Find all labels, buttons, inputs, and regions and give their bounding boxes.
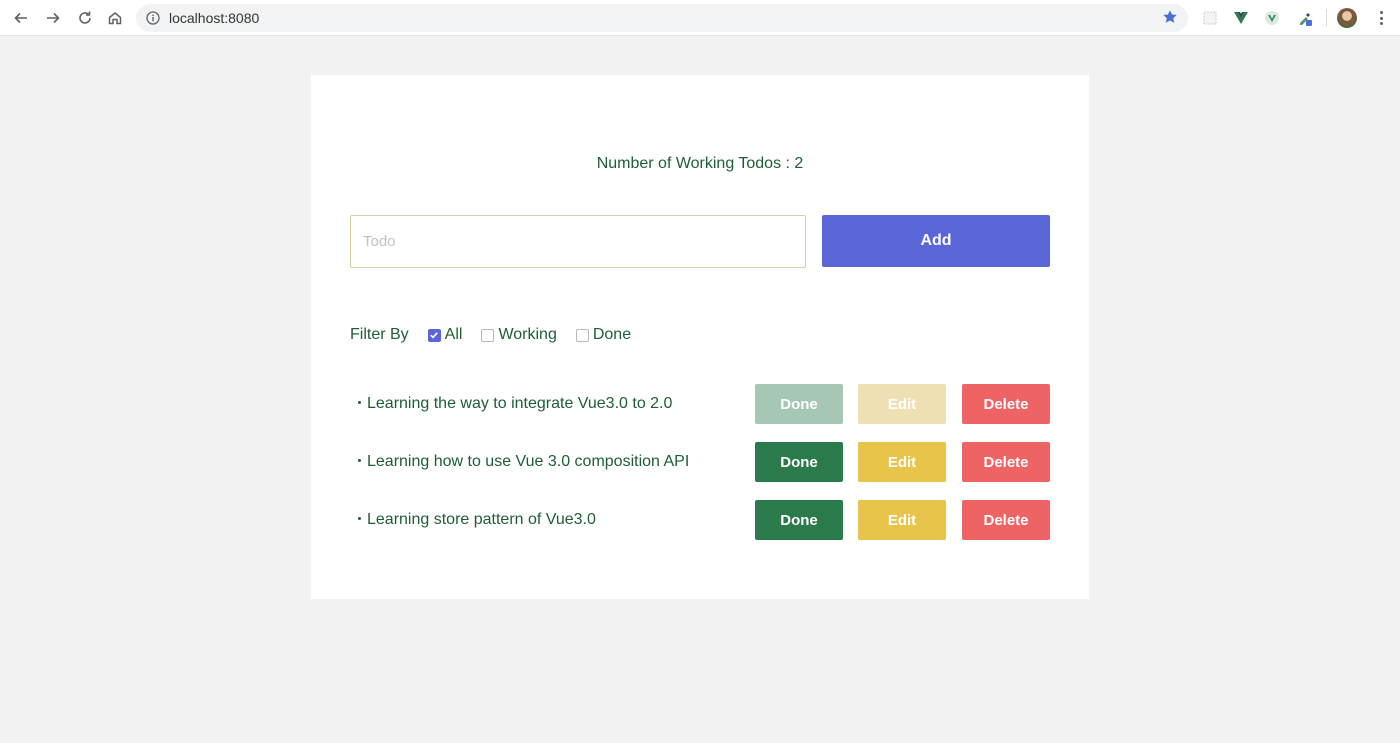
filter-option-all[interactable]: All xyxy=(427,326,463,344)
done-button[interactable]: Done xyxy=(755,500,843,540)
todo-row: Learning store pattern of Vue3.0 Done Ed… xyxy=(350,500,1050,540)
delete-button[interactable]: Delete xyxy=(962,500,1050,540)
vue-logo-icon xyxy=(1234,12,1248,24)
todo-text: Learning how to use Vue 3.0 composition … xyxy=(367,453,690,470)
todo-text: Learning store pattern of Vue3.0 xyxy=(367,511,596,528)
bullet-icon xyxy=(358,400,361,404)
todo-text-wrap: Learning store pattern of Vue3.0 xyxy=(358,511,596,529)
todo-text: Learning the way to integrate Vue3.0 to … xyxy=(367,395,673,412)
blank-page-icon xyxy=(1203,11,1217,25)
edit-button[interactable]: Edit xyxy=(858,442,946,482)
back-button[interactable] xyxy=(10,7,32,29)
delete-button[interactable]: Delete xyxy=(962,384,1050,424)
checkbox-checked-icon[interactable] xyxy=(427,328,441,342)
bullet-icon xyxy=(358,458,361,462)
todo-text-wrap: Learning how to use Vue 3.0 composition … xyxy=(358,453,689,471)
extension-vue-check-button[interactable] xyxy=(1263,9,1281,27)
done-button[interactable]: Done xyxy=(755,442,843,482)
home-icon xyxy=(108,12,122,25)
filter-option-done[interactable]: Done xyxy=(575,326,632,344)
filter-option-working[interactable]: Working xyxy=(481,326,557,344)
filter-option-label: Working xyxy=(498,326,557,343)
bullet-icon xyxy=(358,516,361,520)
edit-button[interactable]: Edit xyxy=(858,500,946,540)
reload-icon xyxy=(79,11,91,24)
url-text: localhost:8080 xyxy=(169,10,260,26)
forward-button[interactable] xyxy=(42,7,64,29)
todo-card: Number of Working Todos : 2 Add Filter B… xyxy=(311,75,1089,599)
working-todos-counter: Number of Working Todos : 2 xyxy=(311,155,1089,173)
extension-blank-button[interactable] xyxy=(1201,9,1219,27)
arrow-left-icon xyxy=(14,12,27,24)
address-bar[interactable]: localhost:8080 xyxy=(136,4,1188,32)
browser-menu-button[interactable] xyxy=(1374,9,1388,27)
checkbox-icon[interactable] xyxy=(575,328,589,342)
menu-dot xyxy=(1379,22,1383,25)
checkbox-icon[interactable] xyxy=(481,328,495,342)
info-icon[interactable] xyxy=(146,11,160,25)
browser-toolbar: localhost:8080 xyxy=(0,0,1400,36)
profile-avatar[interactable] xyxy=(1337,8,1357,28)
toolbar-divider xyxy=(1326,9,1327,27)
arrow-right-icon xyxy=(47,12,60,24)
counter-value: 2 xyxy=(794,155,804,172)
bookmark-star-icon[interactable] xyxy=(1162,9,1178,25)
add-button[interactable]: Add xyxy=(822,215,1050,267)
filter-bar: Filter By All Working Done xyxy=(350,325,650,345)
filter-label: Filter By xyxy=(350,326,409,343)
edit-button[interactable]: Edit xyxy=(858,384,946,424)
menu-dot xyxy=(1379,11,1383,14)
filter-option-label: Done xyxy=(592,326,632,343)
todo-text-wrap: Learning the way to integrate Vue3.0 to … xyxy=(358,395,672,413)
todo-row: Learning how to use Vue 3.0 composition … xyxy=(350,442,1050,482)
eyedropper-icon xyxy=(1300,13,1312,26)
home-button[interactable] xyxy=(104,7,126,29)
menu-dot xyxy=(1379,16,1383,20)
done-button[interactable]: Done xyxy=(755,384,843,424)
extension-vue-devtools-button[interactable] xyxy=(1232,9,1250,27)
extension-eyedropper-button[interactable] xyxy=(1296,9,1314,27)
todo-row: Learning the way to integrate Vue3.0 to … xyxy=(350,384,1050,424)
vue-check-icon xyxy=(1265,11,1279,25)
delete-button[interactable]: Delete xyxy=(962,442,1050,482)
filter-option-label: All xyxy=(444,326,463,343)
counter-label: Number of Working Todos : xyxy=(596,155,795,172)
reload-button[interactable] xyxy=(74,7,96,29)
todo-input[interactable] xyxy=(350,215,806,268)
